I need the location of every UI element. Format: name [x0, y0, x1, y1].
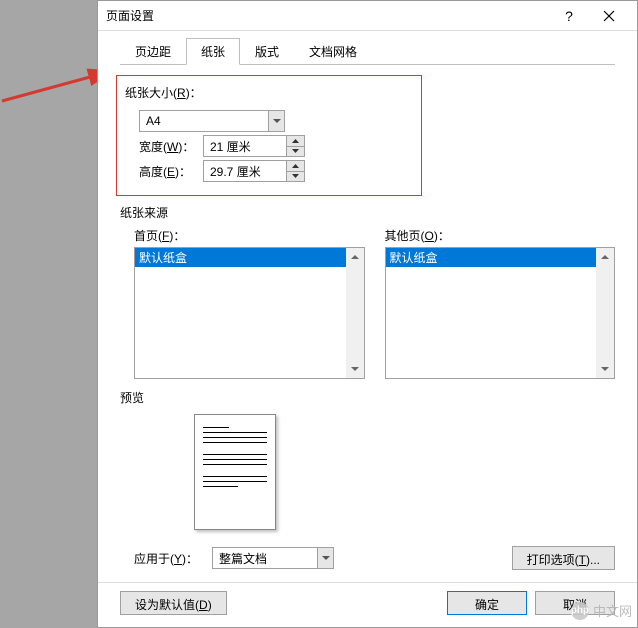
list-item[interactable]: 默认纸盒	[135, 248, 346, 267]
watermark: php 中文网	[571, 601, 632, 620]
paper-source-label: 纸张来源	[120, 204, 615, 227]
caret-up-icon	[292, 164, 299, 168]
caret-down-icon	[292, 149, 299, 153]
first-page-listbox[interactable]: 默认纸盒	[134, 247, 365, 379]
chevron-down-icon	[273, 117, 281, 125]
caret-up-icon	[601, 253, 609, 261]
paper-size-dropdown-button[interactable]	[268, 111, 284, 131]
height-label: 高度(E)：	[139, 163, 203, 180]
width-spin-up[interactable]	[287, 136, 304, 147]
apply-to-label: 应用于(Y)：	[134, 550, 198, 567]
print-options-button[interactable]: 打印选项(T)...	[512, 546, 615, 570]
list-item[interactable]: 默认纸盒	[386, 248, 597, 267]
height-spin-up[interactable]	[287, 161, 304, 172]
other-pages-listbox[interactable]: 默认纸盒	[385, 247, 616, 379]
close-icon	[603, 10, 615, 22]
apply-to-dropdown-button[interactable]	[317, 548, 333, 568]
width-label: 宽度(W)：	[139, 138, 203, 155]
caret-down-icon	[601, 365, 609, 373]
width-input[interactable]	[204, 136, 286, 156]
paper-size-label: 纸张大小(R)：	[125, 80, 413, 107]
scrollbar[interactable]	[346, 248, 364, 378]
set-default-button[interactable]: 设为默认值(D)	[120, 591, 227, 615]
tab-layout[interactable]: 版式	[240, 38, 294, 65]
height-spinner[interactable]	[203, 160, 305, 182]
width-spin-down[interactable]	[287, 147, 304, 157]
scroll-down-button[interactable]	[596, 360, 614, 378]
paper-size-highlight: 纸张大小(R)： 宽度(W)：	[116, 75, 422, 196]
caret-up-icon	[292, 139, 299, 143]
apply-to-value[interactable]	[213, 548, 317, 568]
first-page-label: 首页(F)：	[134, 227, 365, 247]
scrollbar[interactable]	[596, 248, 614, 378]
tab-margins[interactable]: 页边距	[120, 38, 186, 65]
paper-size-value[interactable]	[140, 111, 268, 131]
height-input[interactable]	[204, 161, 286, 181]
tab-grid[interactable]: 文档网格	[294, 38, 372, 65]
page-preview-thumbnail	[194, 414, 276, 530]
close-button[interactable]	[589, 2, 629, 30]
page-setup-dialog: 页面设置 ? 页边距 纸张 版式 文档网格 纸张大小(R)：	[97, 0, 638, 628]
chevron-down-icon	[322, 554, 330, 562]
width-spinner[interactable]	[203, 135, 305, 157]
paper-size-combo[interactable]	[139, 110, 285, 132]
scroll-track[interactable]	[346, 266, 364, 360]
dialog-title: 页面设置	[106, 7, 549, 24]
other-pages-label: 其他页(O)：	[385, 227, 616, 247]
dialog-footer: 设为默认值(D) 确定 取消	[98, 582, 637, 627]
paper-source-section: 纸张来源 首页(F)： 默认纸盒	[120, 204, 615, 379]
tab-paper[interactable]: 纸张	[186, 38, 240, 65]
title-bar: 页面设置 ?	[98, 1, 637, 31]
caret-up-icon	[351, 253, 359, 261]
php-logo-icon: php	[571, 602, 589, 620]
scroll-up-button[interactable]	[346, 248, 364, 266]
apply-to-combo[interactable]	[212, 547, 334, 569]
scroll-up-button[interactable]	[596, 248, 614, 266]
ok-button[interactable]: 确定	[447, 591, 527, 615]
help-button[interactable]: ?	[549, 2, 589, 30]
height-spin-down[interactable]	[287, 172, 304, 182]
scroll-track[interactable]	[596, 266, 614, 360]
tab-bar: 页边距 纸张 版式 文档网格	[98, 31, 637, 64]
preview-label: 预览	[120, 389, 615, 412]
caret-down-icon	[292, 174, 299, 178]
scroll-down-button[interactable]	[346, 360, 364, 378]
tab-content: 纸张大小(R)： 宽度(W)：	[98, 65, 637, 582]
caret-down-icon	[351, 365, 359, 373]
preview-section: 预览	[120, 389, 615, 538]
